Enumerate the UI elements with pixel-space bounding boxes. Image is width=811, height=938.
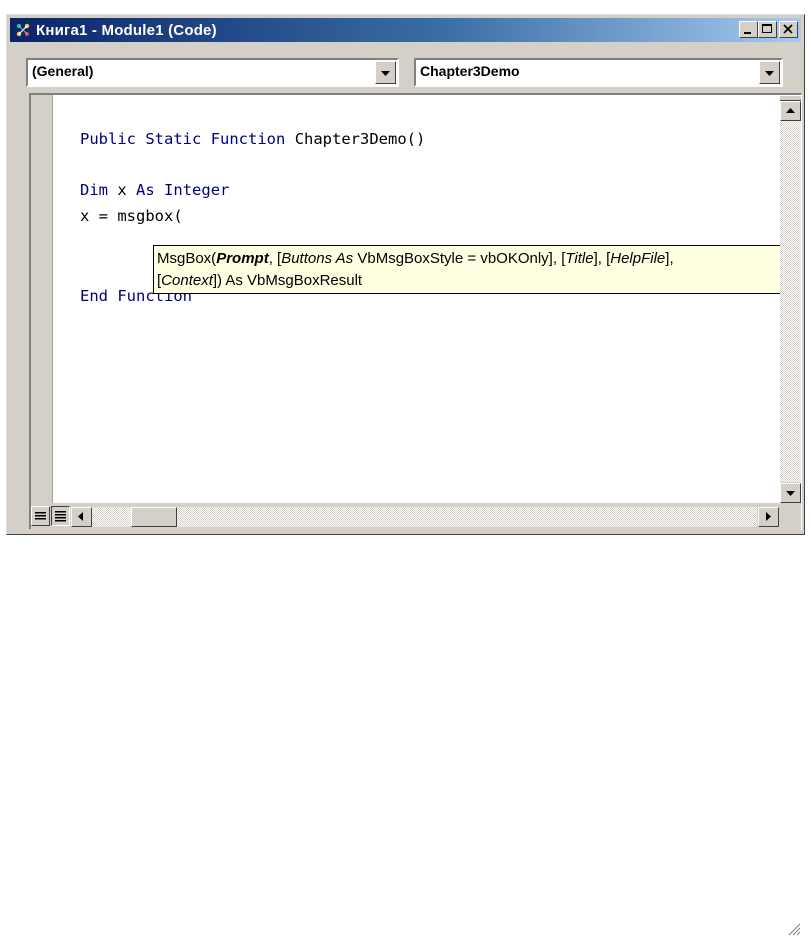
minimize-button[interactable] — [739, 21, 758, 38]
maximize-icon — [762, 24, 772, 33]
arrow-down-icon — [786, 491, 795, 496]
window-title: Книга1 - Module1 (Code) — [36, 21, 217, 39]
margin-indicator-bar[interactable] — [31, 95, 53, 503]
code-line[interactable]: Public Static Function Chapter3Demo() — [80, 130, 425, 148]
procedure-combo[interactable]: Chapter3Demo — [414, 58, 783, 87]
full-module-view-button[interactable] — [51, 506, 70, 526]
code-line[interactable]: Dim x As Integer — [80, 181, 229, 199]
horizontal-scroll-thumb[interactable] — [131, 507, 177, 527]
bottom-bar — [31, 503, 801, 936]
chevron-down-icon — [765, 71, 774, 76]
object-combo-value: (General) — [32, 63, 94, 79]
object-combo[interactable]: (General) — [26, 58, 399, 87]
procedure-view-icon — [35, 512, 46, 520]
procedure-combo-value: Chapter3Demo — [420, 63, 520, 79]
horizontal-scroll-track[interactable] — [91, 507, 757, 527]
resize-grip-icon[interactable] — [781, 911, 801, 938]
maximize-button[interactable] — [758, 21, 777, 38]
code-window: Книга1 - Module1 (Code) (General) Chapte… — [6, 14, 805, 936]
object-combo-dropdown-button[interactable] — [375, 61, 396, 84]
scroll-left-button[interactable] — [71, 507, 92, 527]
caption-buttons — [739, 21, 798, 38]
full-module-view-icon — [55, 511, 66, 522]
arrow-right-icon — [766, 512, 771, 521]
vba-module-icon — [16, 23, 30, 37]
close-button[interactable] — [779, 21, 798, 38]
procedure-view-button[interactable] — [31, 506, 50, 526]
code-editor: Public Static Function Chapter3Demo() Di… — [29, 93, 802, 936]
chevron-down-icon — [381, 71, 390, 76]
arrow-left-icon — [78, 512, 83, 521]
quick-info-tooltip: MsgBox(Prompt, [Buttons As VbMsgBoxStyle… — [153, 245, 785, 294]
minimize-icon — [744, 32, 751, 34]
scroll-down-button[interactable] — [780, 483, 801, 503]
vertical-scroll-track[interactable] — [780, 116, 801, 482]
scroll-up-button[interactable] — [780, 101, 801, 121]
procedure-combo-dropdown-button[interactable] — [759, 61, 780, 84]
close-icon — [783, 24, 793, 34]
code-line[interactable]: x = msgbox( — [80, 207, 183, 225]
code-area[interactable]: Public Static Function Chapter3Demo() Di… — [54, 95, 785, 503]
vertical-scrollbar[interactable] — [780, 95, 801, 503]
arrow-up-icon — [786, 108, 795, 113]
scroll-right-button[interactable] — [758, 507, 779, 527]
title-bar[interactable]: Книга1 - Module1 (Code) — [10, 18, 801, 42]
